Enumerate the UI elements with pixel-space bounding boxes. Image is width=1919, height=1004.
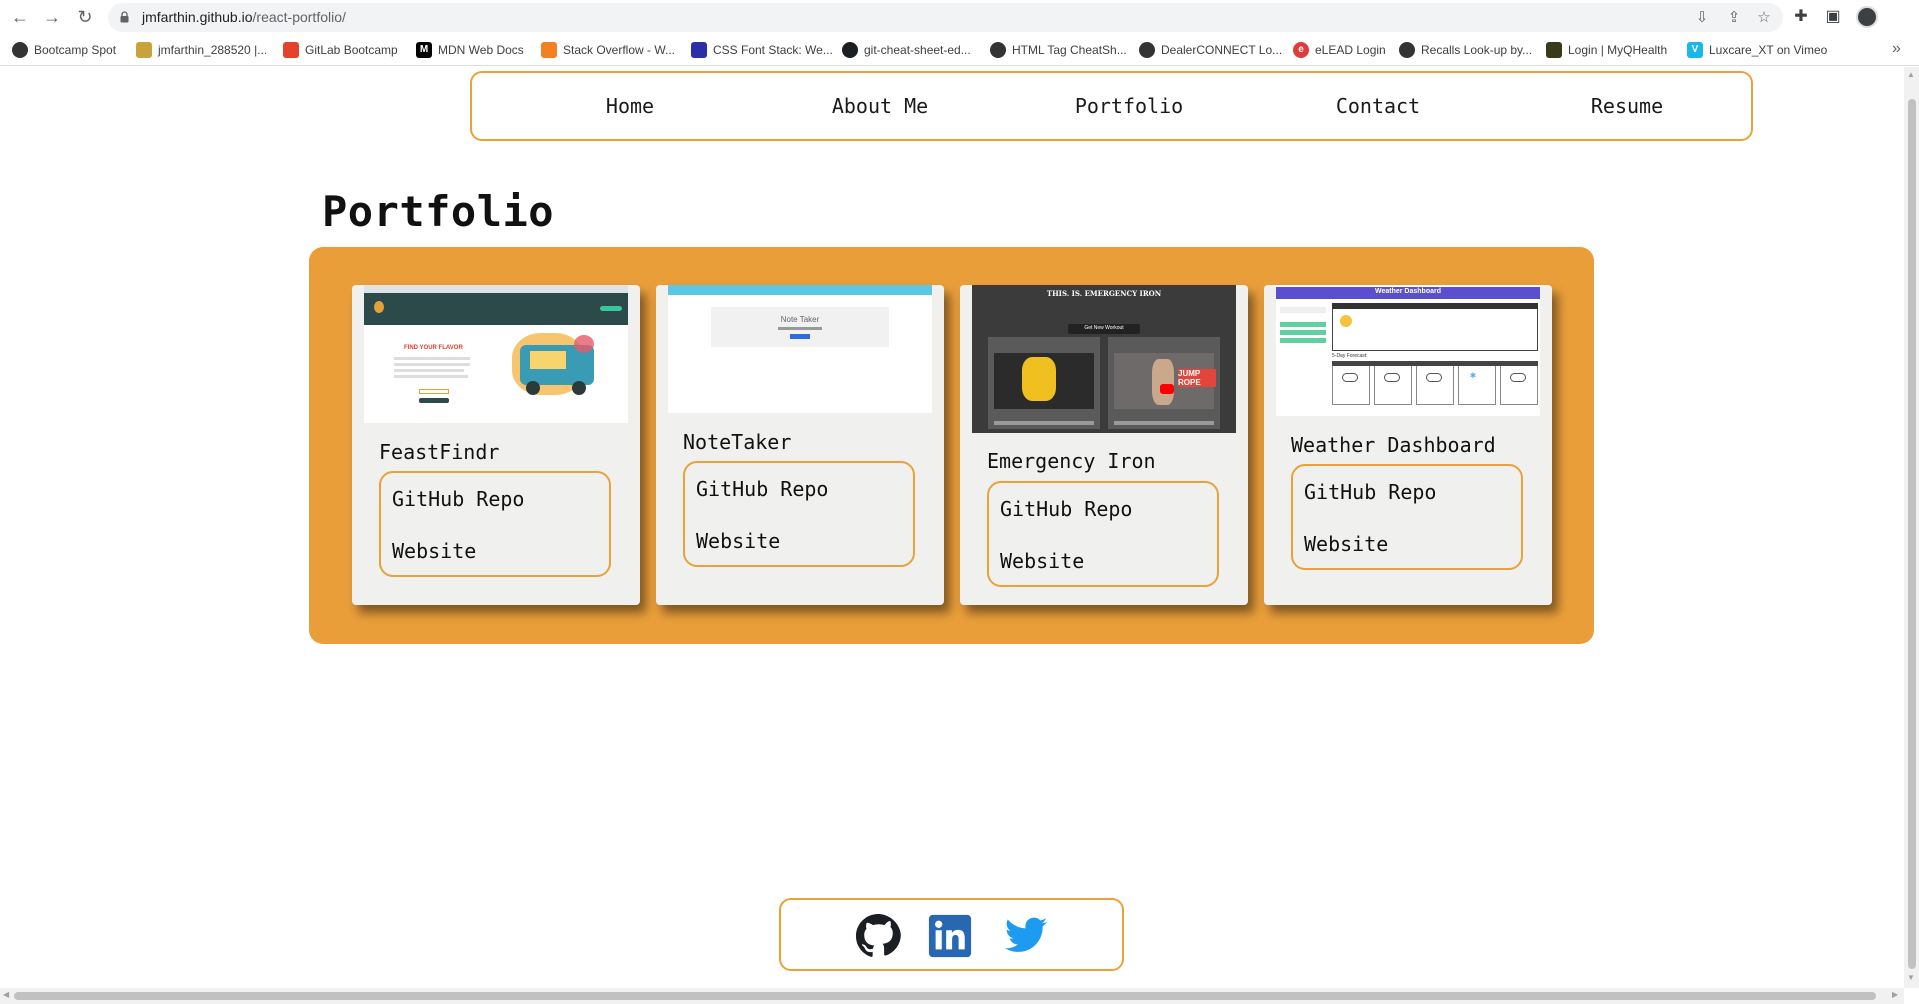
site-nav: Home About Me Portfolio Contact Resume xyxy=(470,71,1753,141)
bookmark-item[interactable]: Recalls Look-up by... xyxy=(1399,41,1532,59)
nav-resume[interactable]: Resume xyxy=(1591,73,1663,139)
project-title: Emergency Iron xyxy=(987,449,1156,473)
website-link[interactable]: Website xyxy=(1304,532,1388,556)
scroll-right-icon[interactable]: ▶ xyxy=(1892,990,1898,999)
side-panel-icon[interactable]: ▣ xyxy=(1822,6,1844,28)
project-screenshot[interactable]: Note Taker xyxy=(668,285,932,413)
bookmarks-bar: Bootcamp Spot jmfarthin_288520 |... GitL… xyxy=(0,34,1919,66)
project-card: FIND YOUR FLAVOR FeastFindr GitHub Repo … xyxy=(352,285,640,605)
share-icon[interactable]: ⇪ xyxy=(1724,8,1744,28)
myq-icon xyxy=(1546,42,1562,58)
github-repo-link[interactable]: GitHub Repo xyxy=(1304,480,1436,504)
twitter-icon[interactable] xyxy=(1001,913,1051,959)
forward-arrow-icon[interactable]: → xyxy=(40,5,64,29)
bookmark-item[interactable]: DealerCONNECT Lo... xyxy=(1139,41,1282,59)
thumb-heading: Note Taker xyxy=(780,315,820,324)
page-title: Portfolio xyxy=(322,187,555,236)
globe-icon xyxy=(1139,42,1155,58)
project-title: Weather Dashboard xyxy=(1291,433,1496,457)
project-title: NoteTaker xyxy=(683,430,792,454)
github-icon xyxy=(842,42,858,58)
bookmark-item[interactable]: M MDN Web Docs xyxy=(416,41,524,59)
profile-avatar[interactable] xyxy=(1856,6,1878,28)
stackoverflow-icon xyxy=(541,42,557,58)
cssfont-icon xyxy=(691,42,707,58)
address-bar[interactable]: jmfarthin.github.io/react-portfolio/ ⇩ ⇪… xyxy=(108,3,1783,32)
bookmark-item[interactable]: jmfarthin_288520 |... xyxy=(136,41,267,59)
scroll-thumb[interactable] xyxy=(14,992,1876,1000)
bookmark-item[interactable]: e eLEAD Login xyxy=(1293,41,1386,59)
thumb-heading: Weather Dashboard xyxy=(1375,288,1441,295)
portfolio-panel: FIND YOUR FLAVOR FeastFindr GitHub Repo … xyxy=(309,247,1594,644)
bookmark-item[interactable]: Bootcamp Spot xyxy=(12,41,116,59)
chevron-more-icon[interactable]: » xyxy=(1892,40,1901,58)
bookmark-item[interactable]: HTML Tag CheatSh... xyxy=(990,41,1127,59)
scroll-thumb[interactable] xyxy=(1908,99,1916,969)
globe-icon xyxy=(990,42,1006,58)
elead-icon: e xyxy=(1293,42,1309,58)
scroll-down-icon[interactable]: ▼ xyxy=(1907,973,1915,982)
github-repo-link[interactable]: GitHub Repo xyxy=(392,487,524,511)
project-card: THIS. IS. EMERGENCY IRON Get New Workout… xyxy=(960,285,1248,605)
thumb-heading: THIS. IS. EMERGENCY IRON xyxy=(1046,289,1162,298)
bookmark-item[interactable]: Login | MyQHealth xyxy=(1546,41,1667,59)
back-arrow-icon[interactable]: ← xyxy=(8,5,32,29)
website-link[interactable]: Website xyxy=(392,539,476,563)
page-viewport: Home About Me Portfolio Contact Resume P… xyxy=(0,67,1904,988)
url-text: jmfarthin.github.io/react-portfolio/ xyxy=(142,9,346,25)
nav-home[interactable]: Home xyxy=(606,73,654,139)
extensions-icon[interactable]: ✚ xyxy=(1790,6,1812,28)
scroll-up-icon[interactable]: ▲ xyxy=(1907,70,1915,79)
reload-icon[interactable]: ↻ xyxy=(73,5,97,29)
nav-contact[interactable]: Contact xyxy=(1336,73,1420,139)
bookmark-item[interactable]: Stack Overflow - W... xyxy=(541,41,675,59)
project-screenshot[interactable]: Weather Dashboard 5-Day Forecast: ✱ xyxy=(1276,285,1540,416)
lock-icon xyxy=(120,11,129,23)
circle-icon xyxy=(12,42,28,58)
project-card: Weather Dashboard 5-Day Forecast: ✱ Weat… xyxy=(1264,285,1552,605)
nav-about-me[interactable]: About Me xyxy=(832,73,928,139)
vimeo-icon: V xyxy=(1687,42,1703,58)
browser-toolbar: ← → ↻ jmfarthin.github.io/react-portfoli… xyxy=(0,0,1919,34)
gitlab-icon xyxy=(283,42,299,58)
social-footer xyxy=(779,898,1124,971)
scroll-left-icon[interactable]: ◀ xyxy=(3,990,9,999)
project-links: GitHub Repo Website xyxy=(987,481,1219,587)
website-link[interactable]: Website xyxy=(1000,549,1084,573)
linkedin-icon[interactable] xyxy=(925,913,975,959)
mdn-icon: M xyxy=(416,42,432,58)
bookmark-item[interactable]: CSS Font Stack: We... xyxy=(691,41,833,59)
bookmark-item[interactable]: V Luxcare_XT on Vimeo xyxy=(1687,41,1827,59)
badge-icon xyxy=(136,42,152,58)
star-bookmark-icon[interactable]: ☆ xyxy=(1754,8,1774,28)
thumb-button-label: Get New Workout xyxy=(1084,325,1124,331)
github-repo-link[interactable]: GitHub Repo xyxy=(1000,497,1132,521)
bookmark-item[interactable]: GitLab Bootcamp xyxy=(283,41,398,59)
install-icon[interactable]: ⇩ xyxy=(1692,8,1712,28)
github-icon[interactable] xyxy=(853,913,903,959)
globe-icon xyxy=(1399,42,1415,58)
vertical-scrollbar[interactable]: ▲ ▼ xyxy=(1904,67,1919,988)
horizontal-scrollbar[interactable]: ◀ ▶ xyxy=(0,988,1904,1004)
project-screenshot[interactable]: FIND YOUR FLAVOR xyxy=(364,285,628,423)
bookmark-item[interactable]: git-cheat-sheet-ed... xyxy=(842,41,971,59)
thumb-subheading: 5-Day Forecast: xyxy=(1332,353,1368,359)
project-screenshot[interactable]: THIS. IS. EMERGENCY IRON Get New Workout… xyxy=(972,285,1236,433)
project-links: GitHub Repo Website xyxy=(379,471,611,577)
project-card: Note Taker NoteTaker GitHub Repo Website xyxy=(656,285,944,605)
github-repo-link[interactable]: GitHub Repo xyxy=(696,477,828,501)
project-links: GitHub Repo Website xyxy=(1291,464,1523,570)
nav-portfolio[interactable]: Portfolio xyxy=(1075,73,1183,139)
project-title: FeastFindr xyxy=(379,440,500,464)
thumb-heading: FIND YOUR FLAVOR xyxy=(404,345,463,351)
project-links: GitHub Repo Website xyxy=(683,461,915,567)
thumb-badge: JUMP ROPE xyxy=(1178,369,1216,387)
website-link[interactable]: Website xyxy=(696,529,780,553)
play-icon xyxy=(1160,384,1174,394)
